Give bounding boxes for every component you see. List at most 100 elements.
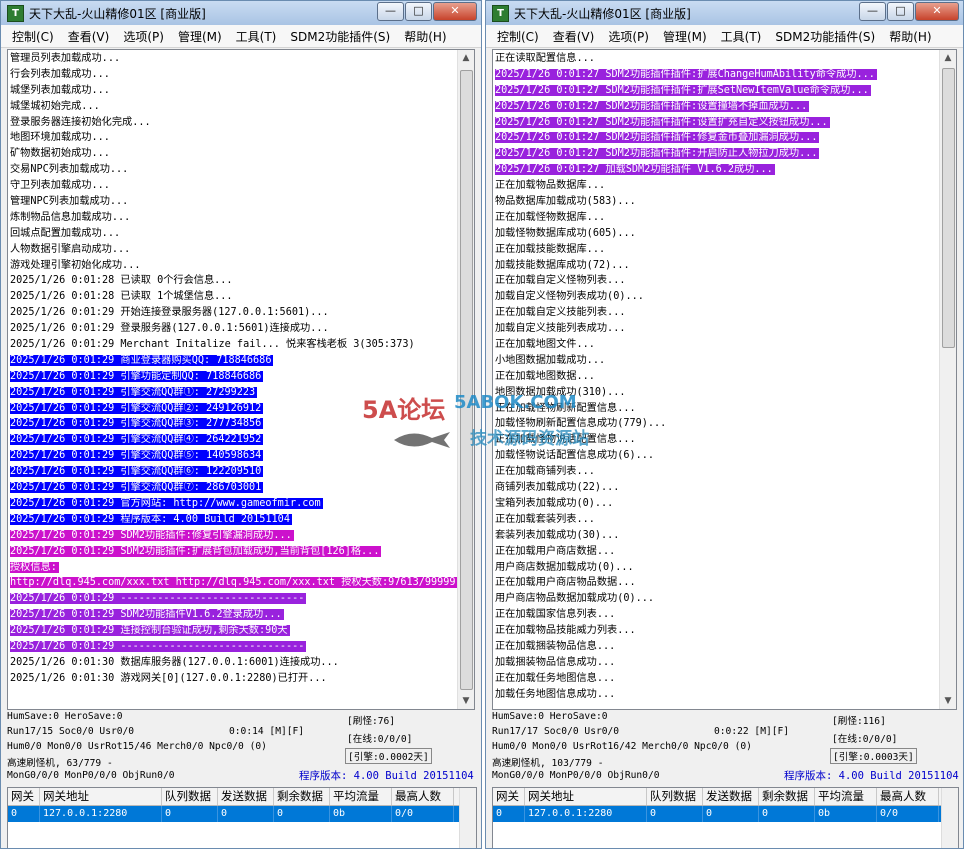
log-line-text: 加载怪物数据库成功(605)... (495, 227, 636, 239)
log-line: 加载任务地图信息成功... (495, 687, 938, 703)
log-line-text: 行会列表加载成功... (10, 68, 110, 80)
status-engine: [引擎:0.0002天] (345, 748, 432, 764)
minimize-button[interactable]: — (377, 2, 404, 21)
status-save: HumSave:0 HeroSave:0 (492, 711, 608, 722)
menu-control[interactable]: 控制(C) (12, 28, 54, 45)
log-line-text: 正在加载用户商店物品数据... (495, 577, 636, 589)
log-line-text: 加载自定义技能列表成功... (495, 323, 626, 335)
table-row[interactable]: 0 127.0.0.1:2280 0 0 0 0b 0/0 (8, 806, 476, 822)
log-line-text: 2025/1/26 0:01:30 数据库服务器(127.0.0.1:6001)… (10, 656, 339, 668)
col-address[interactable]: 网关地址 (40, 788, 162, 805)
log-scrollbar[interactable]: ▲ ▼ (457, 50, 474, 709)
scroll-thumb[interactable] (460, 70, 473, 690)
menu-tools[interactable]: 工具(T) (236, 28, 277, 45)
scroll-down-icon[interactable]: ▼ (940, 693, 956, 709)
scroll-thumb[interactable] (942, 68, 955, 348)
status-uptime: 0:0:14 [M][F] (229, 726, 305, 737)
col-max-users[interactable]: 最高人数 (877, 788, 939, 805)
log-line: 正在加载地图数据... (495, 369, 938, 385)
table-header: 网关 网关地址 队列数据 发送数据 剩余数据 平均流量 最高人数 (493, 788, 958, 806)
maximize-button[interactable]: □ (887, 2, 914, 21)
log-line-text: 宝箱列表加载成功(0)... (495, 497, 614, 509)
log-line-text: 2025/1/26 0:01:29 引擎交流QQ群⑤: 140598634 (10, 450, 264, 462)
minimize-button[interactable]: — (859, 2, 886, 21)
menu-sdm2-plugin[interactable]: SDM2功能插件(S) (290, 28, 390, 45)
scroll-up-icon[interactable]: ▲ (940, 50, 956, 66)
close-button[interactable]: ✕ (915, 2, 959, 21)
log-line-text: 2025/1/26 0:01:27 SDM2功能插件插件:扩展ChangeHum… (495, 68, 877, 80)
table-scrollbar[interactable] (459, 788, 476, 848)
close-button[interactable]: ✕ (433, 2, 477, 21)
log-line: 2025/1/26 0:01:29 Merchant Initalize fai… (10, 337, 456, 353)
menu-control[interactable]: 控制(C) (497, 28, 539, 45)
log-line-text: 2025/1/26 0:01:27 加载SDM2功能插件 V1.6.2成功... (495, 164, 775, 176)
log-scrollbar[interactable]: ▲ ▼ (939, 50, 956, 709)
log-line: 2025/1/26 0:01:29 SDM2功能插件:修复引擎漏洞成功... (10, 528, 456, 544)
menu-view[interactable]: 查看(V) (553, 28, 595, 45)
menu-help[interactable]: 帮助(H) (404, 28, 446, 45)
log-line: 加载捆装物品信息成功... (495, 655, 938, 671)
col-address[interactable]: 网关地址 (525, 788, 647, 805)
log-line: 正在加载自定义怪物列表... (495, 273, 938, 289)
table-row[interactable]: 0 127.0.0.1:2280 0 0 0 0b 0/0 (493, 806, 958, 822)
log-line: 正在加载商铺列表... (495, 464, 938, 480)
log-line: 小地图数据加载成功... (495, 353, 938, 369)
log-line: 2025/1/26 0:01:29 引擎交流QQ群①: 27299223 (10, 385, 456, 401)
col-remaining[interactable]: 剩余数据 (759, 788, 815, 805)
window-title: 天下大乱-火山精修01区 [商业版] (29, 6, 206, 21)
log-line-text: 2025/1/26 0:01:29 引擎交流QQ群③: 277734856 (10, 418, 264, 430)
menu-bar: 控制(C) 查看(V) 选项(P) 管理(M) 工具(T) SDM2功能插件(S… (486, 25, 963, 48)
col-gateway[interactable]: 网关 (493, 788, 525, 805)
log-line: 2025/1/26 0:01:29 SDM2功能插件V1.6.2登录成功... (10, 607, 456, 623)
log-line: 正在加载自定义技能列表... (495, 305, 938, 321)
col-sent[interactable]: 发送数据 (218, 788, 274, 805)
menu-manage[interactable]: 管理(M) (178, 28, 222, 45)
status-brush: [刷怪:116] (832, 716, 886, 727)
col-avg-traffic[interactable]: 平均流量 (815, 788, 877, 805)
menu-sdm2-plugin[interactable]: SDM2功能插件(S) (775, 28, 875, 45)
log-panel[interactable]: 管理员列表加载成功... 行会列表加载成功... 城堡列表加载成功... 城堡城初始完… (7, 49, 475, 710)
status-counts: Hum0/0 Mon0/0 UsrRot16/42 Merch0/0 Npc0/… (492, 741, 752, 752)
log-line-text: 2025/1/26 0:01:29 引擎功能定制QQ: 718846686 (10, 370, 264, 382)
log-line-text: 交易NPC列表加载成功... (10, 164, 129, 176)
col-gateway[interactable]: 网关 (8, 788, 40, 805)
scroll-down-icon[interactable]: ▼ (458, 693, 474, 709)
log-line-text: 加载任务地图信息成功... (495, 688, 616, 700)
log-line-text: 守卫列表加载成功... (10, 180, 110, 192)
menu-view[interactable]: 查看(V) (68, 28, 110, 45)
status-brush: [刷怪:76] (347, 716, 396, 727)
table-scrollbar[interactable] (941, 788, 958, 848)
log-line: 商铺列表加载成功(22)... (495, 480, 938, 496)
log-panel[interactable]: 正在读取配置信息... 2025/1/26 0:01:27 SDM2功能插件插件:… (492, 49, 957, 710)
title-bar[interactable]: T 天下大乱-火山精修01区 [商业版] — □ ✕ (1, 1, 481, 25)
col-remaining[interactable]: 剩余数据 (274, 788, 330, 805)
col-avg-traffic[interactable]: 平均流量 (330, 788, 392, 805)
cell-queue: 0 (162, 806, 218, 822)
menu-options[interactable]: 选项(P) (608, 28, 649, 45)
log-line-text: 授权信息: (10, 561, 59, 573)
scroll-up-icon[interactable]: ▲ (458, 50, 474, 66)
table-header: 网关 网关地址 队列数据 发送数据 剩余数据 平均流量 最高人数 (8, 788, 476, 806)
col-max-users[interactable]: 最高人数 (392, 788, 454, 805)
log-line: 宝箱列表加载成功(0)... (495, 496, 938, 512)
status-panel: HumSave:0 HeroSave:0 Run17/15 Soc0/0 Usr… (7, 711, 477, 785)
cell-max-users: 0/0 (877, 806, 939, 822)
menu-options[interactable]: 选项(P) (123, 28, 164, 45)
log-line-text: 2025/1/26 0:01:29 SDM2功能插件:修复引擎漏洞成功... (10, 529, 294, 541)
log-line-text: 2025/1/26 0:01:28 已读取 0个行会信息... (10, 275, 233, 287)
log-line-text: 2025/1/26 0:01:29 引擎交流QQ群①: 27299223 (10, 386, 258, 398)
log-line-text: 加载怪物刷新配置信息成功(779)... (495, 418, 667, 430)
log-line-text: 游戏处理引擎初始化成功... (10, 259, 141, 271)
log-line: 守卫列表加载成功... (10, 178, 456, 194)
log-line: 游戏处理引擎初始化成功... (10, 258, 456, 274)
title-bar[interactable]: T 天下大乱-火山精修01区 [商业版] — □ ✕ (486, 1, 963, 25)
log-line: 正在加载物品数据库... (495, 178, 938, 194)
col-queue[interactable]: 队列数据 (647, 788, 703, 805)
col-sent[interactable]: 发送数据 (703, 788, 759, 805)
log-line: 加载自定义技能列表成功... (495, 321, 938, 337)
col-queue[interactable]: 队列数据 (162, 788, 218, 805)
menu-help[interactable]: 帮助(H) (889, 28, 931, 45)
menu-tools[interactable]: 工具(T) (721, 28, 762, 45)
maximize-button[interactable]: □ (405, 2, 432, 21)
menu-manage[interactable]: 管理(M) (663, 28, 707, 45)
